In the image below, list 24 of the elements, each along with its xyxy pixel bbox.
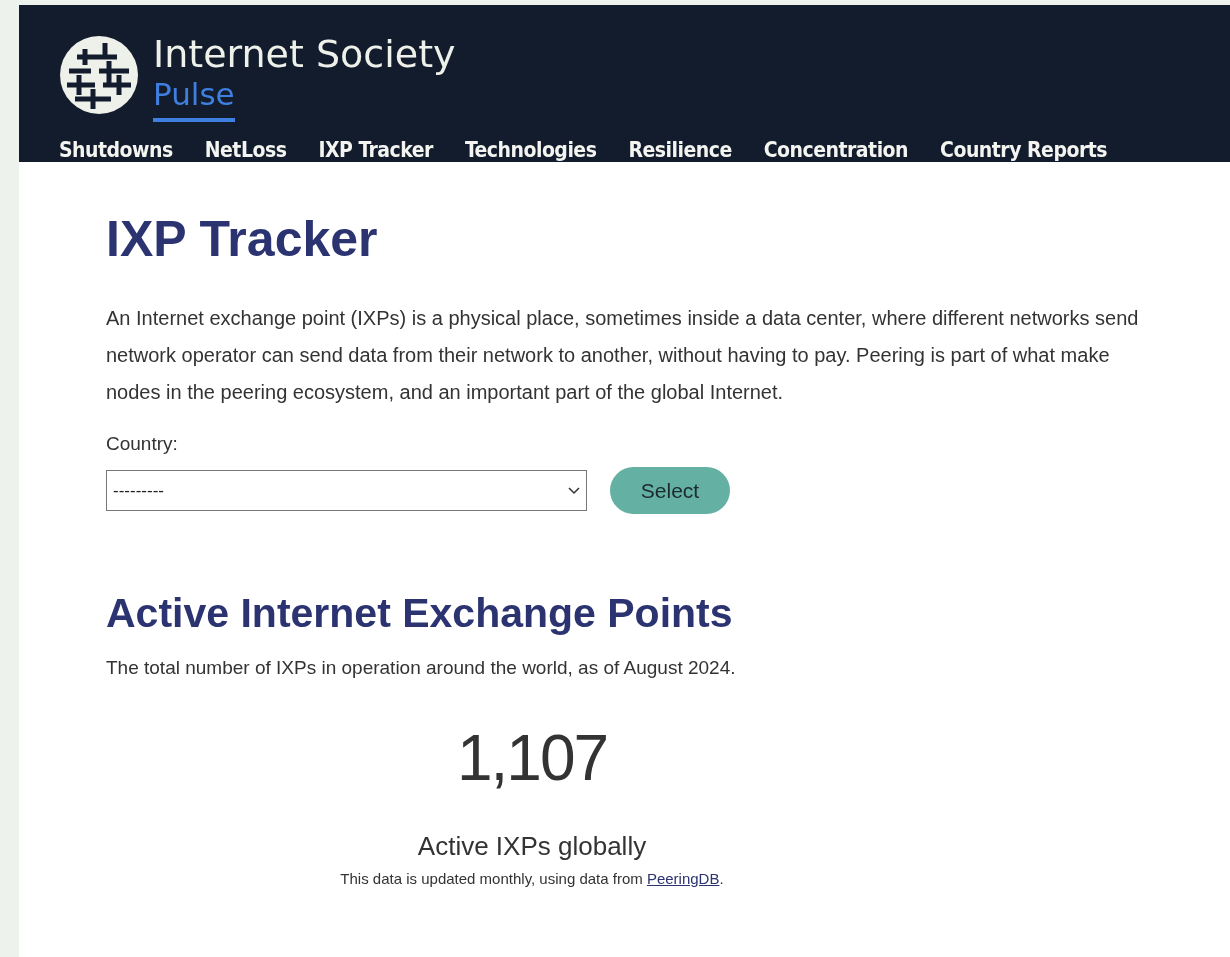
- intro-text-line: nodes in the peering ecosystem, and an important part of the global Internet.: [106, 380, 785, 405]
- page-title: IXP Tracker: [106, 210, 379, 268]
- country-select[interactable]: ---------: [106, 470, 587, 511]
- brand-subtitle: Pulse: [153, 76, 235, 122]
- section-title: Active Internet Exchange Points: [106, 590, 734, 637]
- globe-logo-icon: [59, 35, 139, 115]
- ixp-count: 1,107: [456, 721, 608, 795]
- nav-link[interactable]: Shutdowns: [59, 138, 173, 162]
- intro-text-line: network operator can send data from their network to another, without having to pay. Peering is part of what make: [106, 343, 1111, 368]
- nav-link[interactable]: Technologies: [464, 138, 597, 162]
- nav-link[interactable]: Resilience: [628, 138, 732, 162]
- select-button[interactable]: Select: [610, 467, 730, 514]
- data-source-note: This data is updated monthly, using data from PeeringDB.: [340, 870, 724, 887]
- chevron-down-icon: [568, 486, 580, 495]
- section-description: The total number of IXPs in operation around the world, as of August 2024.: [106, 657, 737, 679]
- nav-link[interactable]: NetLoss: [204, 138, 287, 162]
- nav-link[interactable]: IXP Tracker: [318, 138, 433, 162]
- count-label: Active IXPs globally: [417, 831, 647, 862]
- intro-text-line: An Internet exchange point (IXPs) is a physical place, sometimes inside a data center, where different networks send: [106, 306, 1140, 331]
- brand-name: Internet Society: [153, 32, 456, 76]
- country-label: Country:: [106, 433, 179, 455]
- nav-link[interactable]: Country Reports: [940, 138, 1108, 162]
- peeringdb-link[interactable]: PeeringDB: [646, 870, 720, 887]
- nav-link[interactable]: Concentration: [763, 138, 909, 162]
